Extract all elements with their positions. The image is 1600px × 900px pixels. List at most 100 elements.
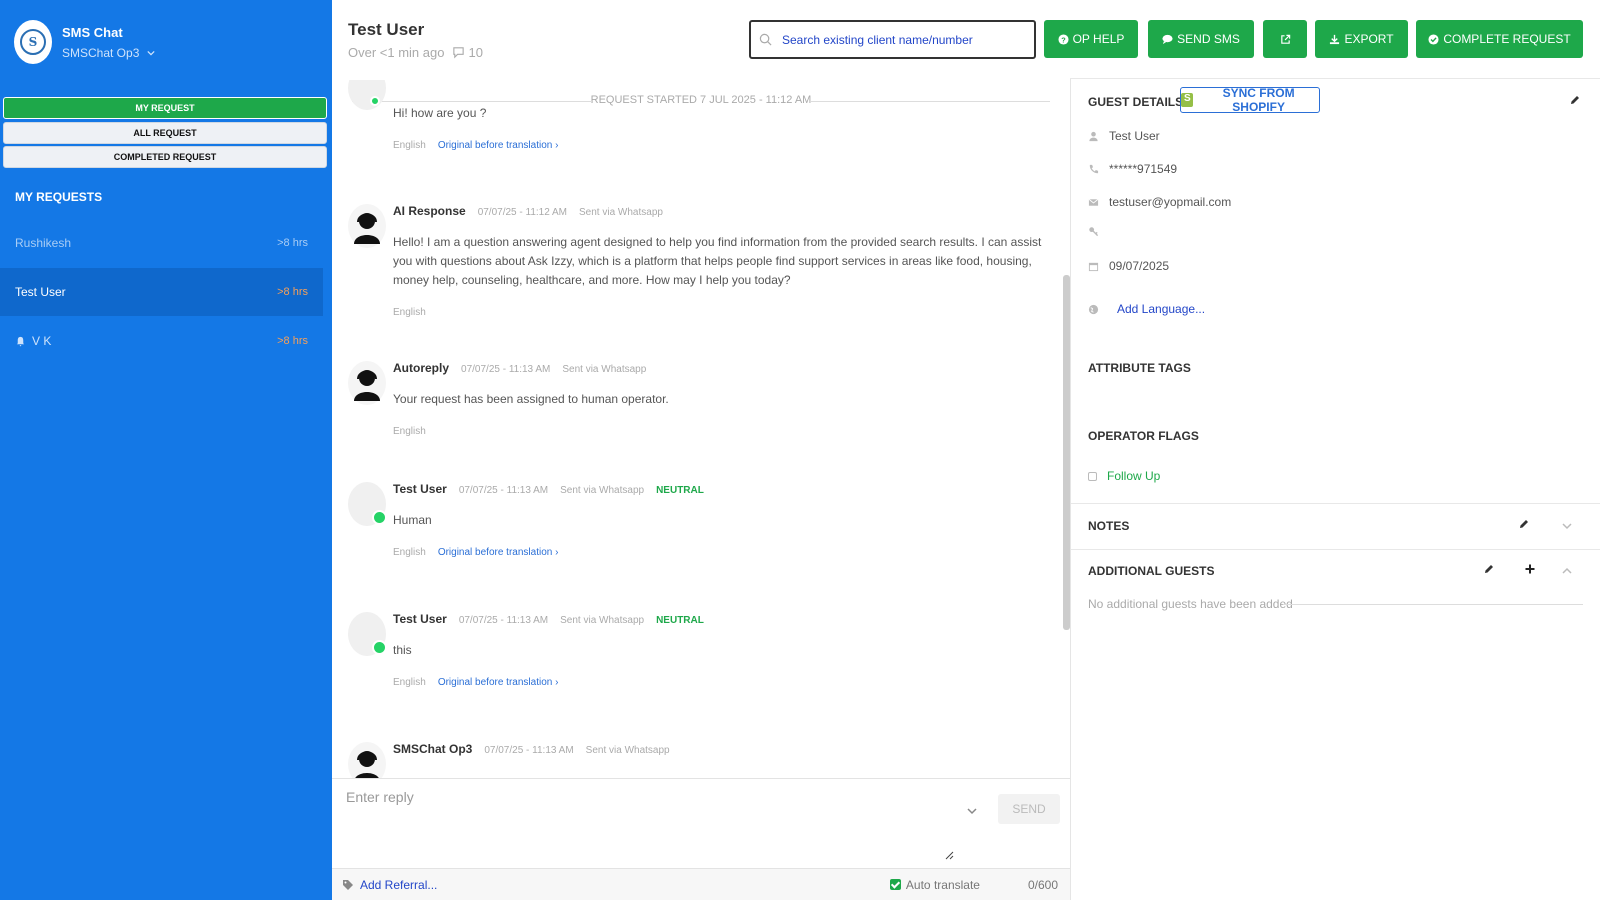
message-channel: Sent via Whatsapp: [562, 364, 647, 375]
chevron-up-icon[interactable]: [1561, 565, 1573, 577]
request-time: >8 hrs: [277, 286, 308, 298]
operator-avatar: [348, 742, 386, 778]
filter-all-request-button[interactable]: ALL REQUEST: [3, 122, 327, 144]
reply-input[interactable]: [346, 789, 946, 859]
message-language: English: [393, 426, 426, 437]
request-item-vk[interactable]: V K >8 hrs: [0, 317, 323, 365]
phone-icon: [1089, 164, 1099, 173]
resize-handle-icon[interactable]: [944, 850, 954, 860]
request-item-rushikesh[interactable]: Rushikesh >8 hrs: [0, 219, 323, 267]
checkbox-icon: [1088, 471, 1097, 481]
additional-guests-heading: ADDITIONAL GUESTS: [1088, 564, 1215, 578]
edit-pencil-icon[interactable]: [1483, 563, 1495, 575]
send-sms-button[interactable]: SEND SMS: [1148, 20, 1254, 58]
tag-icon: [343, 879, 353, 890]
auto-translate-toggle[interactable]: Auto translate: [889, 877, 980, 892]
original-translation-link[interactable]: Original before translation ›: [438, 140, 559, 151]
message-language: English: [393, 547, 426, 558]
follow-up-flag[interactable]: Follow Up: [1088, 469, 1160, 483]
operator-avatar: [348, 204, 386, 248]
message-time: 07/07/25 - 11:13 AM: [484, 745, 574, 756]
headset-user-icon: [354, 370, 380, 401]
filter-completed-request-button[interactable]: COMPLETED REQUEST: [3, 146, 327, 168]
complete-request-button[interactable]: COMPLETE REQUEST: [1416, 20, 1583, 58]
chat-last-seen: Over <1 min ago: [348, 45, 445, 60]
operator-name: SMSChat Op3: [62, 45, 140, 60]
operator-avatar: [348, 361, 386, 405]
guest-phone: ******971549: [1109, 162, 1178, 176]
headset-user-icon: [354, 213, 380, 244]
svg-text:?: ?: [1061, 35, 1066, 44]
send-button[interactable]: SEND: [998, 794, 1060, 824]
open-external-button[interactable]: [1263, 20, 1307, 58]
shopify-icon: [1181, 93, 1194, 107]
filter-my-request-button[interactable]: MY REQUEST: [3, 97, 327, 119]
check-circle-icon: [1428, 33, 1439, 45]
envelope-icon: [1088, 198, 1099, 206]
panel-top-divider: [1070, 78, 1600, 79]
message-language: English: [393, 140, 426, 151]
add-language-link[interactable]: Add Language...: [1117, 302, 1205, 316]
guest-date: 09/07/2025: [1109, 259, 1170, 273]
chat-thread[interactable]: REQUEST STARTED 7 JUL 2025 - 11:12 AM Hi…: [332, 80, 1070, 778]
sentiment-badge: NEUTRAL: [656, 485, 704, 496]
app-header: S SMS Chat SMSChat Op3: [14, 20, 155, 64]
sentiment-badge: NEUTRAL: [656, 615, 704, 626]
guest-email: testuser@yopmail.com: [1109, 195, 1232, 209]
guest-language-row: Add Language...: [1088, 302, 1205, 316]
request-name: Rushikesh: [15, 236, 72, 250]
chat-scrollbar[interactable]: [1063, 275, 1070, 630]
edit-pencil-icon[interactable]: [1569, 94, 1581, 106]
export-label: EXPORT: [1344, 32, 1394, 46]
request-time: >8 hrs: [277, 237, 308, 249]
auto-translate-label: Auto translate: [905, 877, 980, 892]
chevron-down-icon[interactable]: [1561, 520, 1573, 532]
message-channel: Sent via Whatsapp: [560, 485, 645, 496]
add-referral-link[interactable]: Add Referral...: [342, 878, 437, 892]
follow-up-label: Follow Up: [1107, 469, 1161, 483]
original-translation-link[interactable]: Original before translation ›: [438, 547, 559, 558]
send-sms-label: SEND SMS: [1177, 32, 1240, 46]
message-channel: Sent via Whatsapp: [579, 207, 663, 218]
headset-user-icon: [355, 751, 379, 778]
key-icon: [1089, 227, 1099, 237]
guest-email-row: testuser@yopmail.com: [1088, 195, 1231, 209]
message-text: Human: [393, 513, 432, 527]
guest-name-row: Test User: [1088, 129, 1160, 143]
message-time: 07/07/25 - 11:13 AM: [458, 485, 549, 496]
message-text: Hello! I am a question answering agent d…: [393, 235, 1042, 287]
request-name: Test User: [15, 285, 66, 299]
plus-icon[interactable]: [1524, 563, 1536, 575]
op-help-button[interactable]: ? OP HELP: [1044, 20, 1138, 58]
operator-switcher[interactable]: SMSChat Op3: [62, 46, 155, 60]
message-time: 07/07/25 - 11:13 AM: [461, 364, 551, 375]
message-text: Your request has been assigned to human …: [393, 392, 669, 406]
divider: [1071, 549, 1600, 550]
message-sender: SMSChat Op3: [393, 742, 473, 756]
guest-key-row: [1088, 226, 1099, 237]
divider: [1071, 503, 1600, 504]
question-circle-icon: ?: [1058, 33, 1069, 45]
client-search: [749, 20, 1036, 59]
chevron-down-icon[interactable]: [966, 805, 978, 817]
original-translation-link[interactable]: Original before translation ›: [438, 677, 559, 688]
client-search-input[interactable]: [782, 32, 1022, 47]
no-guests-note: No additional guests have been added: [1088, 597, 1583, 611]
sync-shopify-button[interactable]: SYNC FROM SHOPIFY: [1180, 86, 1320, 114]
message-text: Hi! how are you ?: [393, 106, 487, 120]
guest-details-heading: GUEST DETAILS: [1088, 95, 1184, 109]
chat-bubble-icon: [1162, 34, 1173, 44]
request-item-test-user[interactable]: Test User >8 hrs: [0, 268, 323, 316]
char-count: 0/600: [1027, 877, 1058, 892]
edit-pencil-icon[interactable]: [1518, 518, 1530, 530]
user-icon: [1089, 131, 1098, 141]
request-name: V K: [32, 334, 52, 348]
reply-footer: Add Referral... Auto translate 0/600: [332, 868, 1070, 900]
whatsapp-icon: [370, 96, 380, 106]
export-button[interactable]: EXPORT: [1315, 20, 1408, 58]
message-sender: AI Response: [393, 204, 466, 218]
logo-glyph: S: [20, 29, 46, 55]
chat-header: Test User Over <1 min ago 10: [348, 20, 483, 60]
calendar-icon: [1088, 262, 1099, 271]
message-sender: Test User: [393, 612, 447, 626]
